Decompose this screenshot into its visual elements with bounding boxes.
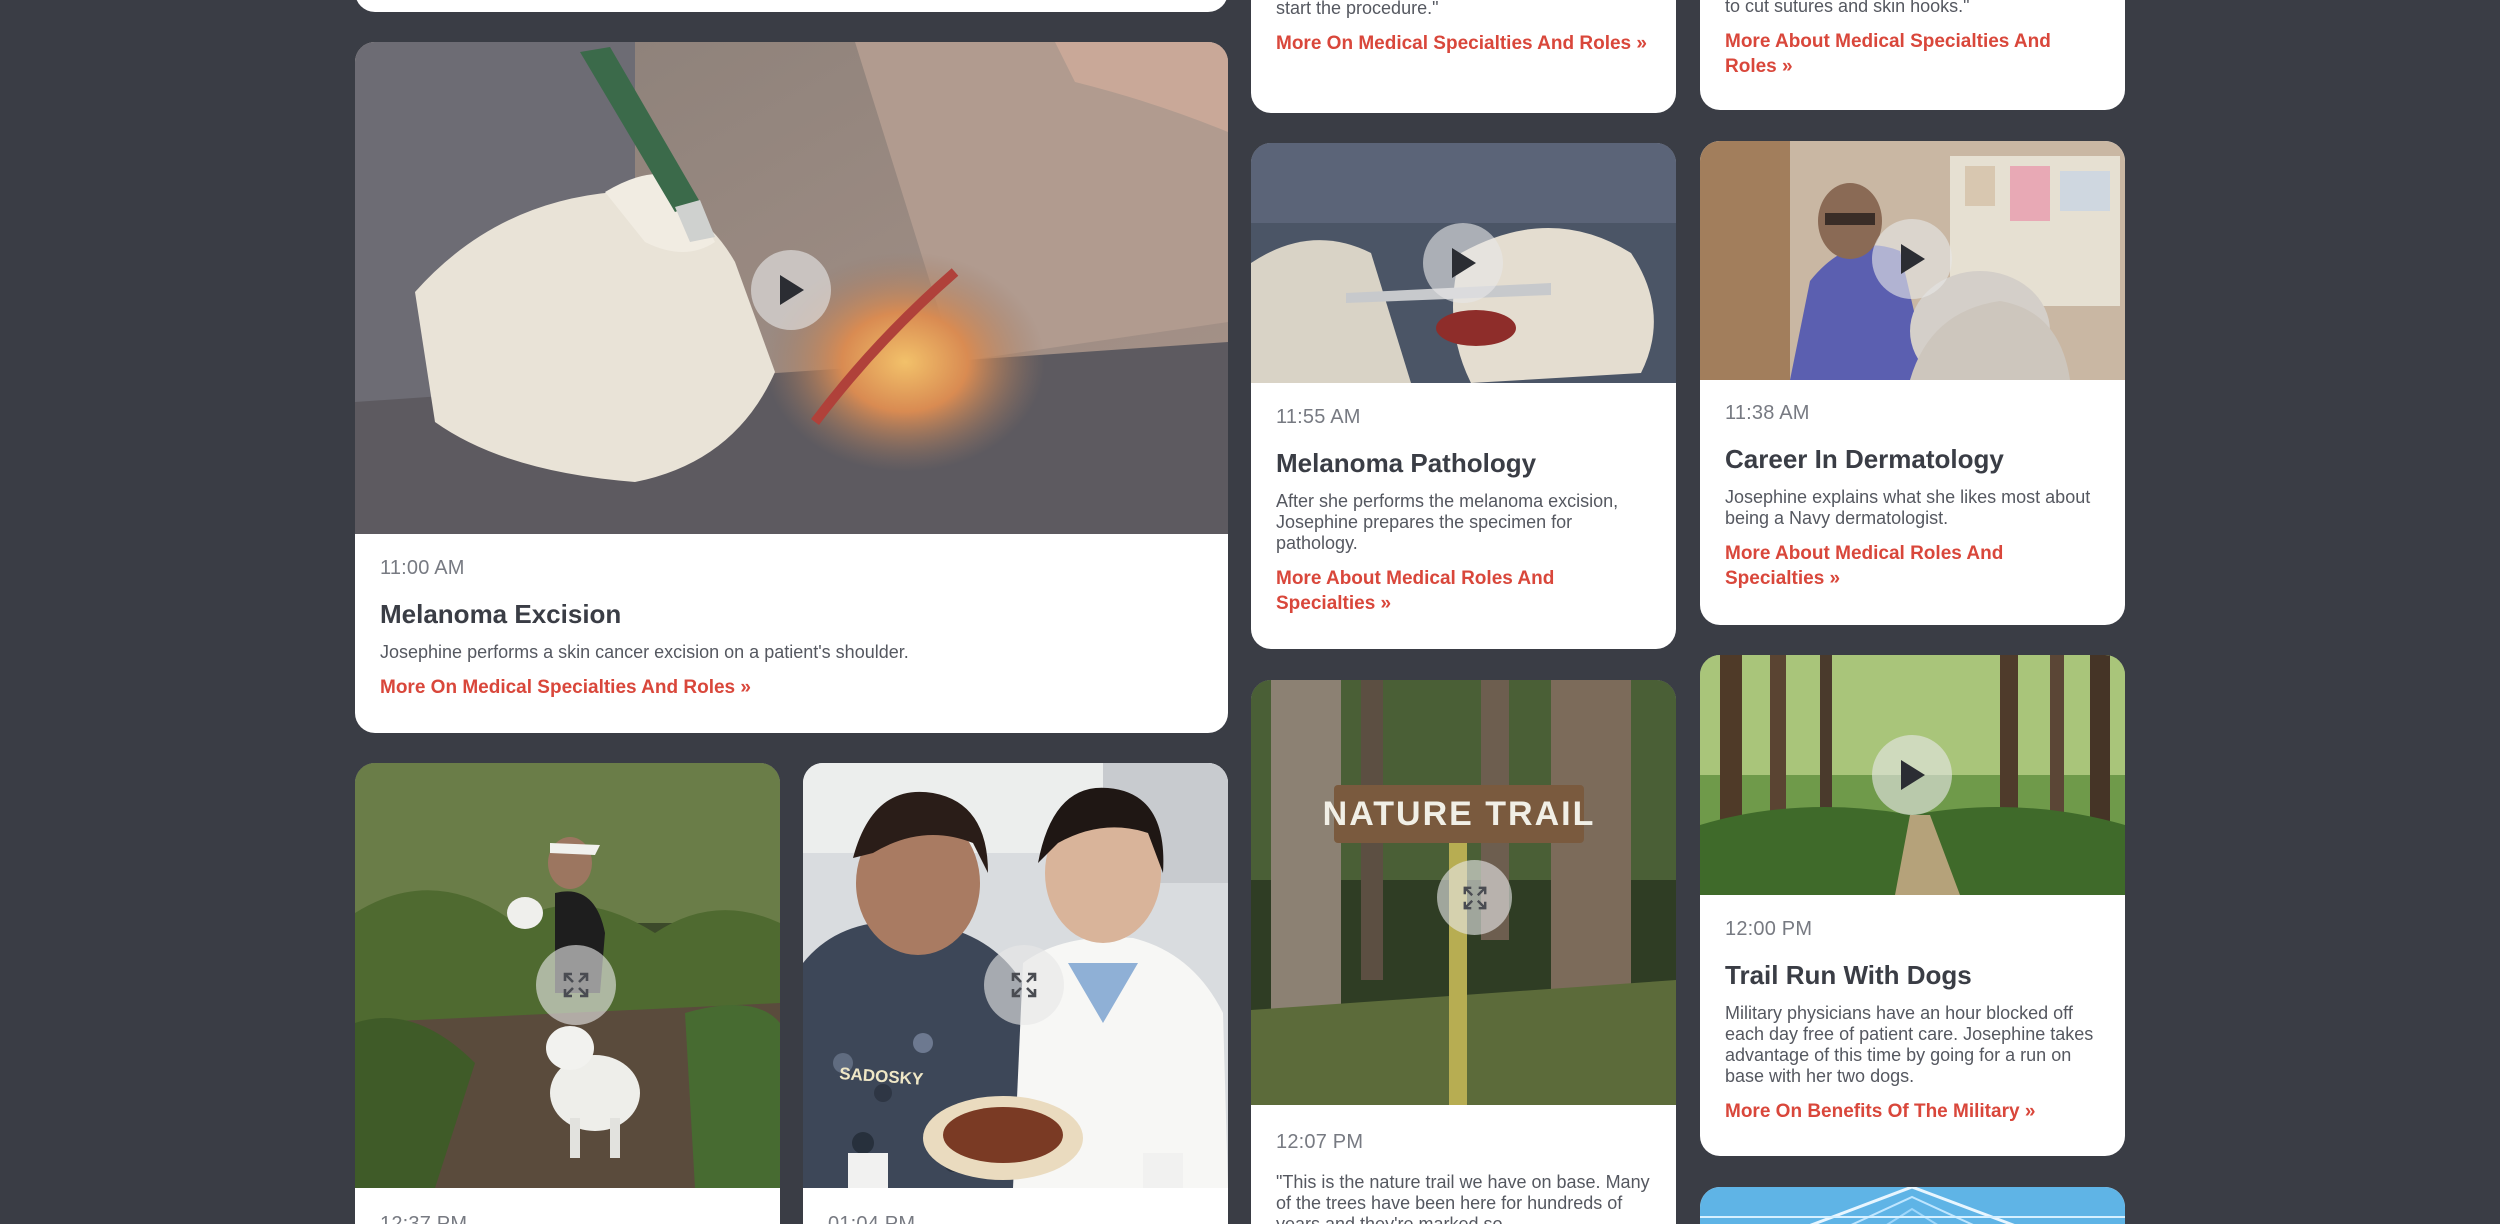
card-title: Melanoma Pathology	[1276, 448, 1537, 478]
card-description: Josephine performs a skin cancer excisio…	[380, 642, 909, 662]
card-description: Josephine explains what she likes most a…	[1725, 487, 2091, 528]
play-icon	[780, 275, 804, 305]
expand-icon	[563, 972, 589, 998]
more-link[interactable]: More On Medical Specialties And Roles »	[1276, 31, 1651, 56]
expand-button[interactable]	[984, 945, 1064, 1025]
play-button[interactable]	[1872, 219, 1952, 299]
card-description: to cut sutures and skin hooks."	[1725, 0, 1970, 16]
video-thumbnail[interactable]	[1251, 143, 1676, 383]
card-title: Career In Dermatology	[1725, 444, 2004, 474]
card-title: Melanoma Excision	[380, 599, 622, 629]
more-link[interactable]: More On Benefits Of The Military »	[1725, 1099, 2100, 1124]
play-icon	[1901, 760, 1925, 790]
video-thumbnail[interactable]	[1700, 141, 2125, 380]
expand-icon	[1463, 886, 1486, 909]
more-link[interactable]: More About Medical Specialties And Roles…	[1725, 29, 2100, 79]
card-time: 11:38 AM	[1725, 402, 1810, 424]
card-trail-run-with-dogs[interactable]: 12:00 PM Trail Run With Dogs Military ph…	[1700, 655, 2125, 1156]
card-time: 01:04 PM	[828, 1213, 916, 1224]
card-partial-top-left	[355, 0, 1228, 12]
play-button[interactable]	[1872, 735, 1952, 815]
card-partial-top-mid: start the procedure." More On Medical Sp…	[1251, 0, 1676, 113]
play-button[interactable]	[751, 250, 831, 330]
card-time: 11:55 AM	[1276, 406, 1361, 428]
video-thumbnail[interactable]	[1700, 655, 2125, 895]
photo-thumbnail[interactable]: NATURE TRAIL	[1251, 680, 1676, 1105]
card-description: start the procedure."	[1276, 0, 1439, 18]
expand-icon	[1011, 972, 1037, 998]
photo-thumbnail[interactable]: SADOSKY	[803, 763, 1228, 1188]
card-description: After she performs the melanoma excision…	[1276, 491, 1619, 553]
card-title: Trail Run With Dogs	[1725, 960, 1972, 990]
card-trail-dogs-photo[interactable]: 12:37 PM	[355, 763, 780, 1224]
play-icon	[1452, 248, 1476, 278]
card-description: Military physicians have an hour blocked…	[1725, 1003, 2094, 1086]
video-thumbnail[interactable]	[355, 42, 1228, 534]
card-partial-bottom-right[interactable]	[1700, 1187, 2125, 1224]
play-icon	[1901, 244, 1925, 274]
architecture-image	[1700, 1187, 2125, 1224]
photo-thumbnail[interactable]	[355, 763, 780, 1188]
card-time: 12:37 PM	[380, 1213, 468, 1224]
card-career-dermatology[interactable]: 11:38 AM Career In Dermatology Josephine…	[1700, 141, 2125, 625]
card-partial-top-right: to cut sutures and skin hooks." More Abo…	[1700, 0, 2125, 110]
card-time: 12:07 PM	[1276, 1131, 1364, 1153]
sign-text: NATURE TRAIL	[1323, 795, 1596, 833]
expand-button[interactable]	[536, 945, 616, 1025]
card-melanoma-excision[interactable]: 11:00 AM Melanoma Excision Josephine per…	[355, 42, 1228, 733]
card-colleagues-photo[interactable]: SADOSKY 01:04 PM	[803, 763, 1228, 1224]
card-time: 12:00 PM	[1725, 918, 1813, 940]
more-link[interactable]: More On Medical Specialties And Roles »	[380, 675, 1203, 700]
more-link[interactable]: More About Medical Roles And Specialties…	[1725, 541, 2100, 591]
play-button[interactable]	[1423, 223, 1503, 303]
photo-thumbnail[interactable]	[1700, 1187, 2125, 1224]
card-description: "This is the nature trail we have on bas…	[1276, 1172, 1650, 1224]
card-melanoma-pathology[interactable]: 11:55 AM Melanoma Pathology After she pe…	[1251, 143, 1676, 649]
card-time: 11:00 AM	[380, 557, 465, 579]
expand-button[interactable]	[1437, 860, 1512, 935]
card-nature-trail[interactable]: NATURE TRAIL 12:07 PM "This is the natur…	[1251, 680, 1676, 1224]
more-link[interactable]: More About Medical Roles And Specialties…	[1276, 566, 1651, 616]
